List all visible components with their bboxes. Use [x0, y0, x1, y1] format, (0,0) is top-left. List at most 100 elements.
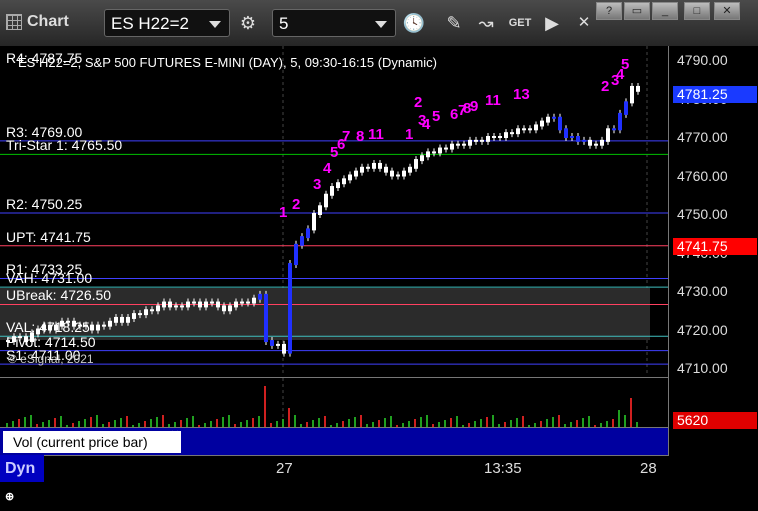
interval-value: 5: [279, 14, 289, 33]
time-label-28: 28: [640, 460, 657, 477]
chevron-down-icon: [209, 21, 221, 28]
candle-body: [576, 136, 580, 142]
time-label-27: 27: [276, 460, 293, 477]
candle-body: [258, 293, 262, 300]
close-chart-icon[interactable]: ✕: [570, 10, 598, 36]
settings-gear-icon[interactable]: ⚙: [234, 10, 262, 36]
candle-body: [630, 85, 634, 104]
price-axis[interactable]: 4790.004780.004770.004760.004750.004740.…: [668, 46, 758, 456]
candle-body: [558, 116, 562, 131]
candle-body: [168, 301, 172, 308]
candle-body: [462, 143, 466, 146]
time-label-1335: 13:35: [484, 460, 522, 477]
upt-price-tag: 4741.75: [673, 237, 757, 255]
candle-body: [372, 162, 376, 169]
candle-body: [210, 301, 214, 304]
candle-body: [456, 143, 460, 146]
candle-body: [384, 166, 388, 173]
study-icon[interactable]: ↝: [472, 10, 500, 36]
play-icon[interactable]: ▶: [538, 10, 566, 36]
candle-body: [624, 101, 628, 115]
price-chart[interactable]: R4: 4787.75 ES H22=2, S&P 500 FUTURES E-…: [0, 46, 668, 376]
sequence-count-label: 8: [356, 128, 365, 145]
sequence-count-label: 4: [323, 160, 332, 177]
candle-body: [156, 305, 160, 312]
dynamic-mode-button[interactable]: Dyn ⊕: [0, 455, 44, 503]
price-tick-label: 4730.00: [677, 283, 728, 299]
candle-body: [606, 128, 610, 142]
restore-window-button[interactable]: ▭: [624, 2, 650, 20]
sequence-count-label: 1: [405, 126, 414, 143]
candle-body: [96, 324, 100, 331]
symbol-combo[interactable]: ES H22=2: [104, 9, 230, 37]
candle-body: [480, 139, 484, 142]
dynamic-mode-label: Dyn: [5, 460, 36, 477]
lock-icon: ⊕: [5, 491, 15, 503]
price-tick-label: 4790.00: [677, 52, 728, 68]
volume-study-label[interactable]: Vol (current price bar): [3, 431, 181, 453]
candle-body: [450, 143, 454, 150]
candle-body: [144, 309, 148, 316]
candle-body: [354, 170, 358, 177]
sequence-count-label: 11: [368, 126, 384, 143]
volume-legend-bar: Vol (current price bar) ✕: [0, 427, 668, 455]
candle-body: [618, 112, 622, 131]
candle-body: [498, 136, 502, 138]
level-label: R2: 4750.25: [6, 196, 83, 213]
candle-body: [276, 343, 280, 346]
candle-body: [192, 301, 196, 304]
sequence-count-label: 13: [513, 86, 530, 103]
time-axis[interactable]: 27 13:35 28: [0, 455, 668, 483]
sequence-count-label: 2: [292, 196, 301, 213]
candle-body: [486, 136, 490, 142]
interval-combo[interactable]: 5: [272, 9, 396, 37]
chart-grid-icon: [6, 14, 22, 30]
candle-body: [348, 174, 352, 181]
close-study-icon[interactable]: ✕: [170, 428, 180, 442]
candle-body: [402, 170, 406, 177]
candle-body: [390, 170, 394, 177]
volume-bar: [264, 386, 266, 428]
candle-body: [342, 178, 346, 185]
maximize-button[interactable]: □: [684, 2, 710, 20]
clock-icon[interactable]: 🕓: [400, 10, 428, 36]
candle-body: [198, 301, 202, 308]
candle-body: [138, 313, 142, 316]
candle-body: [246, 301, 250, 304]
sequence-count-label: 5: [432, 108, 441, 125]
volume-bar: [630, 398, 632, 428]
pencil-icon[interactable]: ✎: [440, 10, 468, 36]
candle-body: [444, 147, 448, 150]
volume-pane[interactable]: [0, 377, 668, 428]
price-tick-label: 4750.00: [677, 206, 728, 222]
candle-body: [552, 116, 556, 119]
window-title[interactable]: Chart: [6, 13, 69, 31]
candle-body: [306, 228, 310, 239]
candle-body: [468, 139, 472, 146]
upt-price-value: 4741.75: [677, 237, 728, 254]
sequence-count-label: 5: [621, 56, 630, 73]
chevron-down-icon: [375, 21, 387, 28]
candle-body: [516, 128, 520, 135]
candle-body: [492, 136, 496, 138]
sequence-count-label: 2: [414, 94, 423, 111]
level-label: UPT: 4741.75: [6, 228, 91, 245]
candle-body: [600, 139, 604, 146]
minimize-window-button[interactable]: ?: [596, 2, 622, 20]
candle-body: [336, 182, 340, 189]
candle-body: [162, 301, 166, 308]
candle-body: [330, 186, 334, 196]
candle-body: [438, 147, 442, 154]
candle-body: [426, 151, 430, 158]
candle-body: [222, 305, 226, 312]
price-tick-label: 4720.00: [677, 321, 728, 338]
sequence-count-label: 7: [342, 128, 351, 145]
minimize-button[interactable]: _: [652, 2, 678, 20]
candle-body: [150, 309, 154, 312]
toolbar: Chart ES H22=2 ⚙ 5 🕓 ✎ ↝ GET ▶ ✕ ? ▭ _ □…: [0, 0, 758, 47]
candle-body: [570, 136, 574, 138]
get-icon[interactable]: GET: [506, 10, 534, 36]
candle-body: [288, 263, 292, 354]
candle-body: [114, 316, 118, 323]
close-window-button[interactable]: ✕: [714, 2, 740, 20]
